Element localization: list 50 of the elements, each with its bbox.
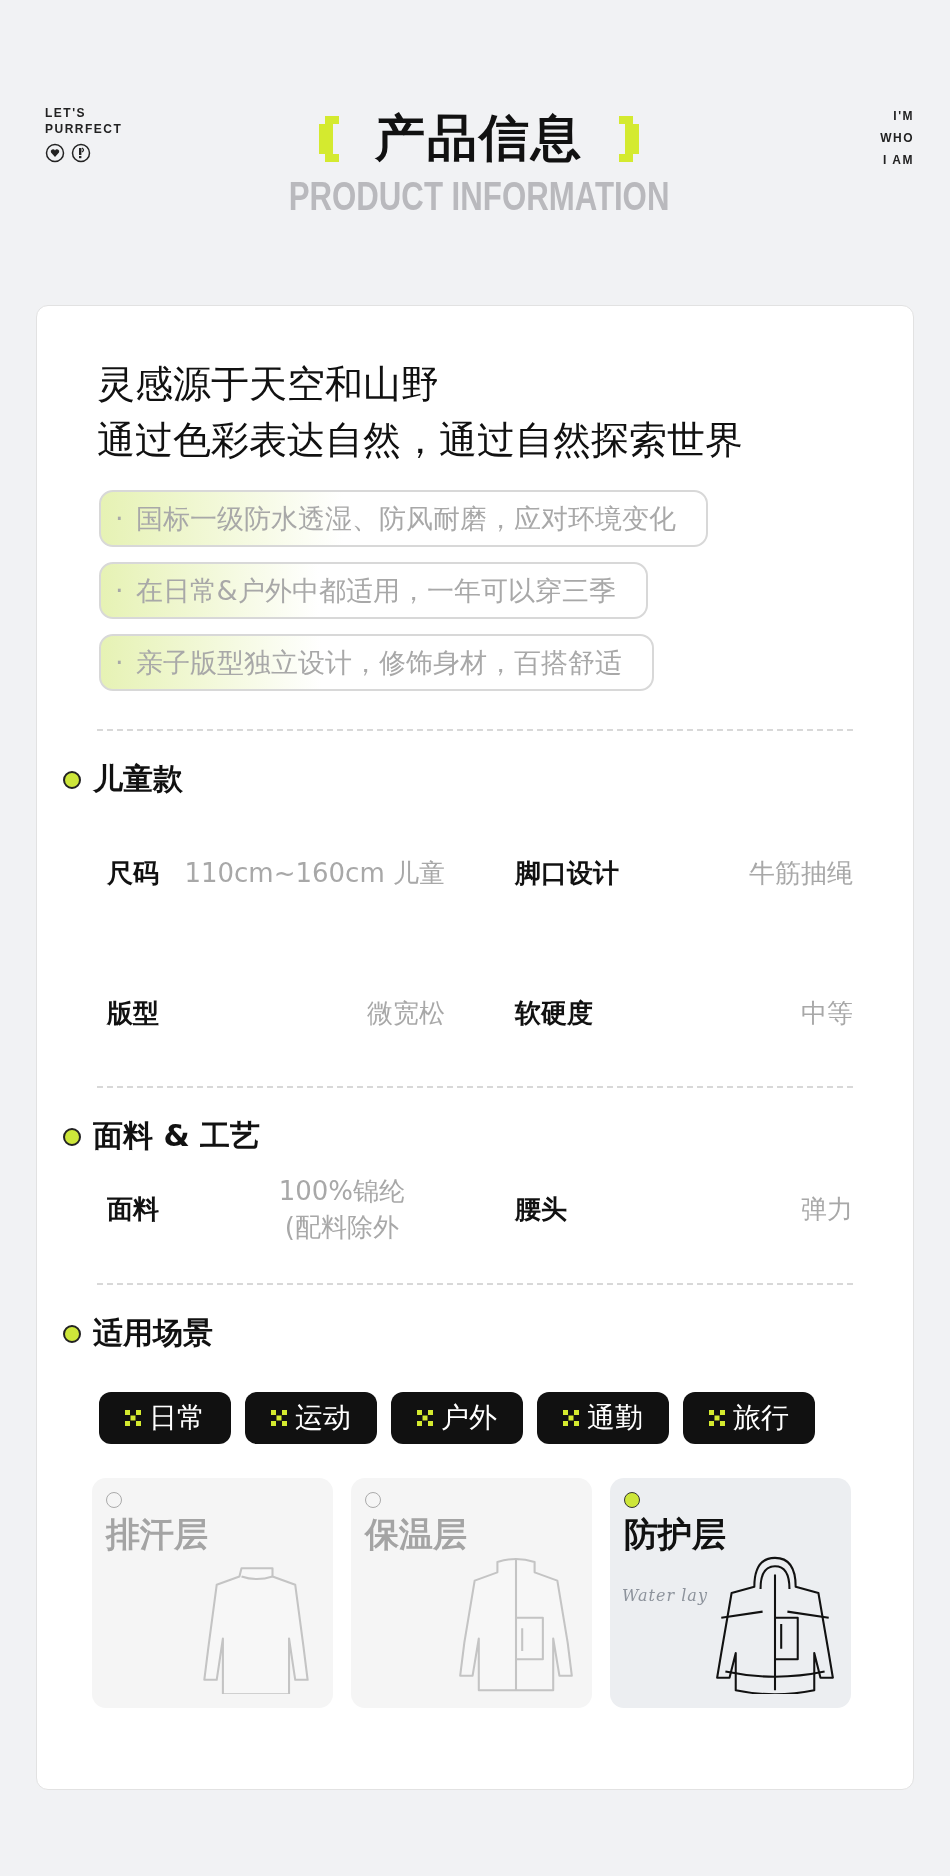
motto-text: I AM xyxy=(883,152,914,169)
layer-title: 防护层 xyxy=(624,1513,726,1556)
spec-label: 脚口设计 xyxy=(515,856,619,890)
tag-text: 日常 xyxy=(149,1400,205,1436)
exclamation-icon xyxy=(71,143,91,163)
cross-icon xyxy=(125,1410,141,1426)
section-title: 儿童款 xyxy=(93,760,183,798)
spec-label: 面料 xyxy=(107,1192,159,1226)
section-title: 适用场景 xyxy=(93,1314,213,1352)
headline-text: 灵感源于天空和山野 xyxy=(97,361,440,408)
cross-icon xyxy=(417,1410,433,1426)
section-title: 面料 & 工艺 xyxy=(93,1117,261,1155)
headline-text: 通过色彩表达自然，通过自然探索世界 xyxy=(97,417,744,464)
cross-icon xyxy=(709,1410,725,1426)
motto-text: I'M xyxy=(893,108,914,125)
cross-icon xyxy=(563,1410,579,1426)
section-dot xyxy=(63,1127,81,1146)
spec-value: 微宽松 xyxy=(367,997,445,1030)
section-dot xyxy=(63,770,81,789)
bullet-text: · xyxy=(115,575,124,606)
spec-value: 中等 xyxy=(801,997,853,1030)
page-subtitle: PRODUCT INFORMATION xyxy=(289,174,670,219)
bullet-text: · xyxy=(115,503,124,534)
spec-value: 牛筋抽绳 xyxy=(749,857,853,890)
spec-value: 100%锦纶 (配料除外 xyxy=(278,1175,405,1244)
layer-title: 排汗层 xyxy=(106,1513,208,1556)
spec-value: 110cm~160cm 儿童 xyxy=(184,857,445,890)
motto-text: WHO xyxy=(880,130,914,147)
cross-icon xyxy=(271,1410,287,1426)
tag-text: 户外 xyxy=(441,1400,497,1436)
feature-text: 亲子版型独立设计，修饰身材，百搭舒适 xyxy=(135,645,622,680)
spec-label: 软硬度 xyxy=(515,996,593,1030)
bullet-text: · xyxy=(115,647,124,678)
bracket-icon xyxy=(619,115,640,162)
feature-text: 国标一级防水透湿、防风耐磨，应对环境变化 xyxy=(135,501,676,536)
bracket-icon xyxy=(319,115,340,162)
section-dot xyxy=(63,1324,81,1343)
layer-title: 保温层 xyxy=(365,1513,467,1556)
spec-label: 腰头 xyxy=(515,1192,567,1226)
tag-text: 旅行 xyxy=(733,1400,789,1436)
brand-text: PURRFECT xyxy=(45,121,124,137)
tag-text: 通勤 xyxy=(587,1400,643,1436)
script-text: Water lay xyxy=(622,1586,708,1605)
feature-text: 在日常&户外中都适用，一年可以穿三季 xyxy=(135,573,616,608)
page-title: 产品信息 xyxy=(375,108,584,169)
spec-label: 版型 xyxy=(107,996,159,1030)
spec-value: 弹力 xyxy=(801,1193,853,1226)
tag-text: 运动 xyxy=(295,1400,351,1436)
spec-label: 尺码 xyxy=(107,856,159,890)
brand-text: LET'S xyxy=(45,105,88,121)
